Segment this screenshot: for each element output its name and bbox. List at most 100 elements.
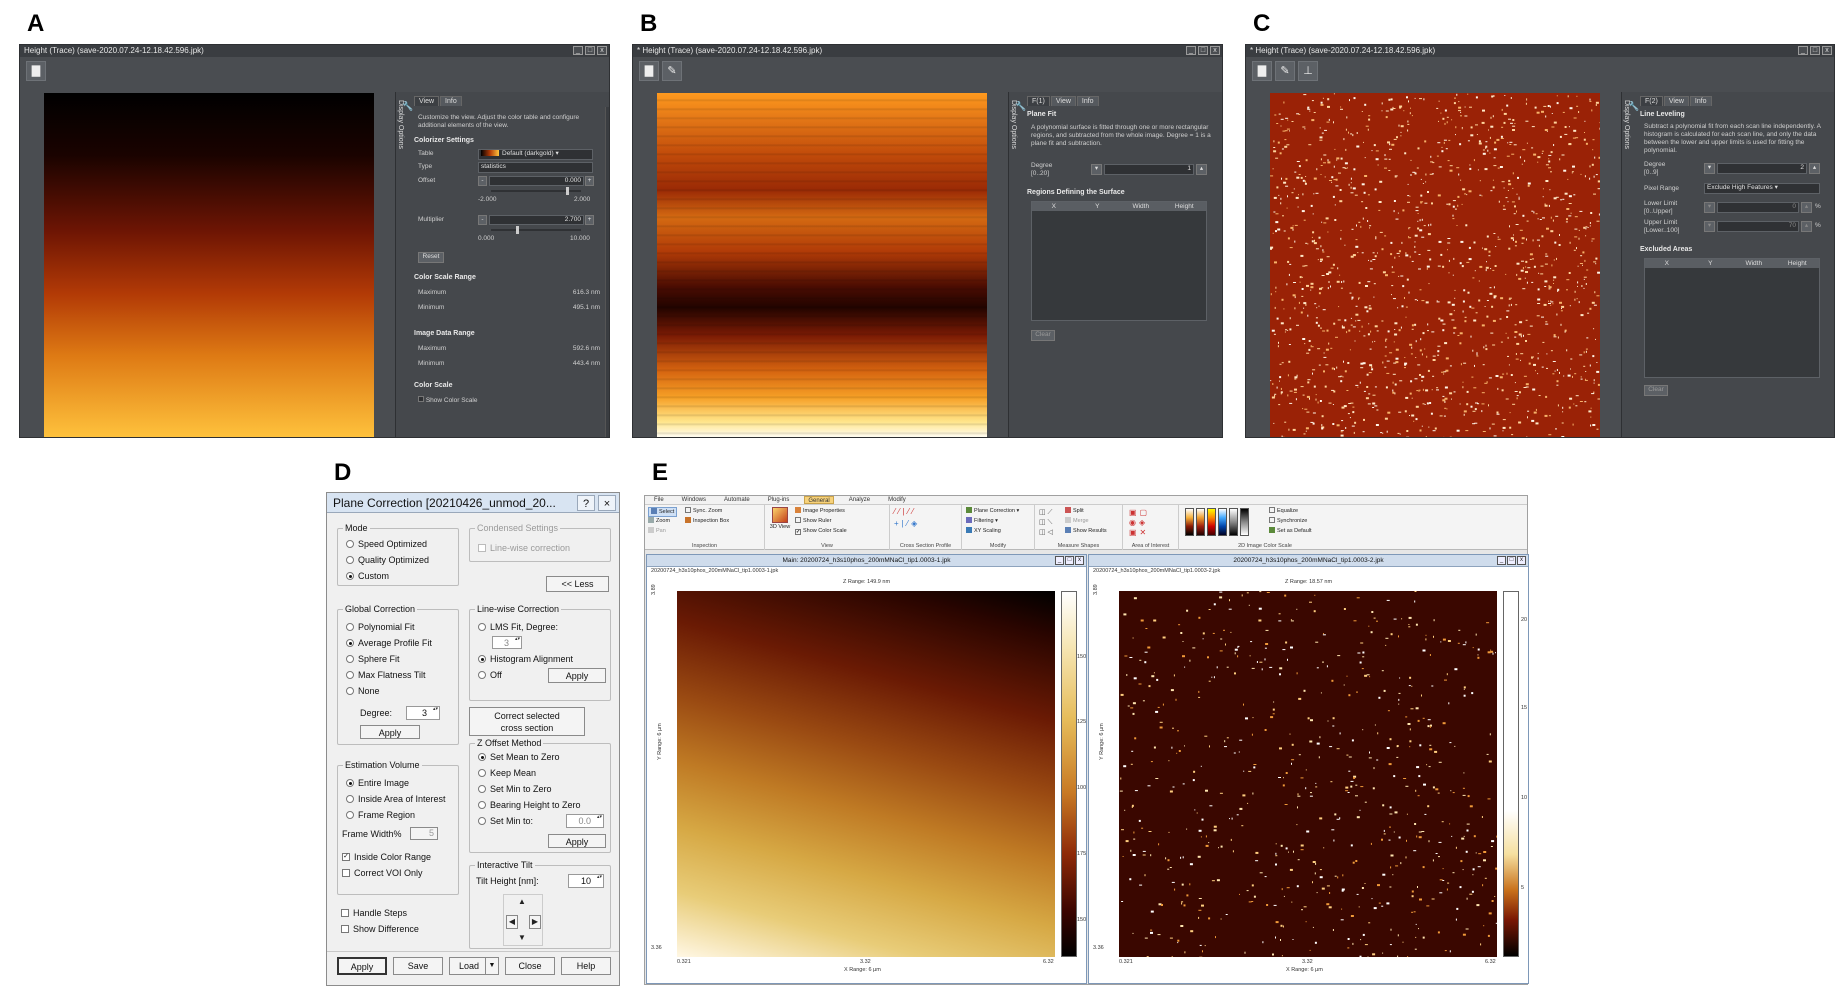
offset-input[interactable]: 0.000	[489, 176, 584, 186]
close-button[interactable]: Close	[505, 957, 555, 975]
apply-button[interactable]: Apply	[337, 957, 387, 975]
inside-aoi-radio[interactable]: Inside Area of Interest	[346, 794, 446, 804]
z-min-spinner[interactable]: 0.0	[566, 814, 604, 828]
global-polynomial-radio[interactable]: Polynomial Fit	[346, 622, 415, 632]
tilt-left-arrow-icon[interactable]: ◀	[506, 915, 518, 929]
clear-button[interactable]: Clear	[1031, 330, 1055, 341]
line-profile-tools-icon[interactable]: ⁄⁄|⁄⁄	[894, 508, 916, 516]
offset-slider-handle[interactable]	[566, 187, 569, 195]
tab-info[interactable]: Info	[1690, 96, 1712, 106]
mode-speed-radio[interactable]: Speed Optimized	[346, 539, 427, 549]
afm-height-image[interactable]	[1119, 591, 1497, 957]
menu-windows[interactable]: Windows	[679, 496, 709, 504]
afm-height-image[interactable]	[677, 591, 1055, 957]
reset-button[interactable]: Reset	[418, 252, 444, 263]
save-button[interactable]: Save	[393, 957, 443, 975]
regions-table[interactable]: XYWidthHeight	[1031, 201, 1207, 321]
minimize-button[interactable]: _	[1055, 556, 1064, 565]
type-select[interactable]: statistics	[478, 162, 593, 173]
tab-f1[interactable]: F(1)	[1027, 96, 1050, 106]
tilt-height-spinner[interactable]: 10	[568, 874, 604, 888]
folder-icon[interactable]: ▇	[1252, 61, 1272, 81]
xy-scaling-button[interactable]: XY Scaling	[966, 527, 1001, 535]
offset-increment[interactable]: +	[585, 176, 594, 186]
profile-tools-icon[interactable]: +|⁄◈	[894, 520, 920, 528]
tab-view[interactable]: View	[414, 96, 439, 106]
split-button[interactable]: Split	[1065, 507, 1084, 515]
multiplier-decrement[interactable]: -	[478, 215, 487, 225]
histogram-alignment-radio[interactable]: Histogram Alignment	[478, 654, 573, 664]
lower-increment[interactable]: ▴	[1801, 202, 1812, 213]
global-sphere-radio[interactable]: Sphere Fit	[346, 654, 400, 664]
measure-shape-tools-icon[interactable]: ◫ ⟋◫ ⟍◫ ◁	[1039, 508, 1053, 538]
lower-limit-input[interactable]: 0	[1717, 202, 1799, 213]
correct-voi-checkbox[interactable]: Correct VOI Only	[342, 868, 423, 878]
equalize-checkbox[interactable]: Equalize	[1269, 507, 1298, 515]
menu-general[interactable]: General	[804, 496, 833, 504]
offset-slider[interactable]	[491, 190, 581, 192]
degree-input[interactable]: 1	[1104, 164, 1194, 175]
multiplier-increment[interactable]: +	[585, 215, 594, 225]
wrench-tool-icon[interactable]: ✎	[662, 61, 682, 81]
degree-increment[interactable]: ▴	[1809, 163, 1820, 174]
less-button[interactable]: << Less	[546, 576, 609, 592]
maximize-button[interactable]: □	[1810, 46, 1820, 55]
help-question-button[interactable]: ?	[577, 495, 595, 511]
global-apply-button[interactable]: Apply	[360, 725, 420, 739]
zoom-tool[interactable]: Zoom	[648, 517, 670, 525]
multiplier-slider-handle[interactable]	[516, 226, 519, 234]
close-button[interactable]: x	[1210, 46, 1220, 55]
show-color-scale-checkbox[interactable]: ✓Show Color Scale	[795, 527, 847, 535]
synchronize-checkbox[interactable]: Synchronize	[1269, 517, 1307, 525]
display-options-sidebar[interactable]: 🔧Display Options	[397, 100, 414, 149]
lower-decrement[interactable]: ▾	[1704, 202, 1715, 213]
lms-fit-radio[interactable]: LMS Fit, Degree:	[478, 622, 558, 632]
inside-color-range-checkbox[interactable]: ✓Inside Color Range	[342, 852, 431, 862]
minimize-button[interactable]: _	[1497, 556, 1506, 565]
tilt-up-arrow-icon[interactable]: ▲	[518, 897, 526, 906]
afm-height-image[interactable]	[44, 93, 374, 438]
color-table-swatches[interactable]	[1185, 508, 1249, 536]
degree-decrement[interactable]: ▾	[1091, 164, 1102, 175]
correct-cross-section-button[interactable]: Correct selectedcross section	[469, 707, 585, 736]
degree-spinner[interactable]: 3	[406, 706, 440, 720]
sync-zoom-checkbox[interactable]: Sync. Zoom	[685, 507, 722, 515]
linewise-correction-checkbox[interactable]: Line-wise correction	[478, 543, 570, 553]
close-button[interactable]: x	[597, 46, 607, 55]
load-dropdown-icon[interactable]: ▼	[485, 958, 498, 974]
z-bearing-height-radio[interactable]: Bearing Height to Zero	[478, 800, 581, 810]
pan-tool[interactable]: Pan	[648, 527, 666, 535]
afm-height-image[interactable]	[657, 93, 987, 438]
mode-custom-radio[interactable]: Custom	[346, 571, 389, 581]
image-properties-button[interactable]: Image Properties	[795, 507, 845, 515]
global-none-radio[interactable]: None	[346, 686, 380, 696]
leveling-tool-icon[interactable]: ⊥	[1298, 61, 1318, 81]
frame-width-input[interactable]: 5	[410, 827, 438, 840]
area-of-interest-tools-icon[interactable]: ▣▢◉◈▣✕	[1129, 508, 1150, 538]
close-button[interactable]: x	[1822, 46, 1832, 55]
minimize-button[interactable]: _	[1798, 46, 1808, 55]
excluded-areas-table[interactable]: XYWidthHeight	[1644, 258, 1820, 378]
degree-increment[interactable]: ▴	[1196, 164, 1207, 175]
global-average-profile-radio[interactable]: Average Profile Fit	[346, 638, 432, 648]
entire-image-radio[interactable]: Entire Image	[346, 778, 409, 788]
linewise-apply-button[interactable]: Apply	[548, 668, 606, 683]
lms-degree-spinner[interactable]: 3	[492, 636, 522, 649]
menu-automate[interactable]: Automate	[721, 496, 753, 504]
tilt-right-arrow-icon[interactable]: ▶	[529, 915, 541, 929]
wrench-tool-icon[interactable]: ✎	[1275, 61, 1295, 81]
maximize-button[interactable]: □	[1065, 556, 1074, 565]
folder-icon[interactable]: ▇	[26, 61, 46, 81]
show-results-button[interactable]: Show Results	[1065, 527, 1107, 535]
menu-modify[interactable]: Modify	[885, 496, 909, 504]
z-set-min-zero-radio[interactable]: Set Min to Zero	[478, 784, 552, 794]
display-options-sidebar[interactable]: 🔧Display Options	[1623, 100, 1640, 149]
maximize-button[interactable]: □	[1507, 556, 1516, 565]
merge-button[interactable]: Merge	[1065, 517, 1089, 525]
minimize-button[interactable]: _	[573, 46, 583, 55]
z-apply-button[interactable]: Apply	[548, 834, 606, 848]
degree-input[interactable]: 2	[1717, 163, 1807, 174]
upper-increment[interactable]: ▴	[1801, 221, 1812, 232]
degree-decrement[interactable]: ▾	[1704, 163, 1715, 174]
tab-f2[interactable]: F(2)	[1640, 96, 1663, 106]
